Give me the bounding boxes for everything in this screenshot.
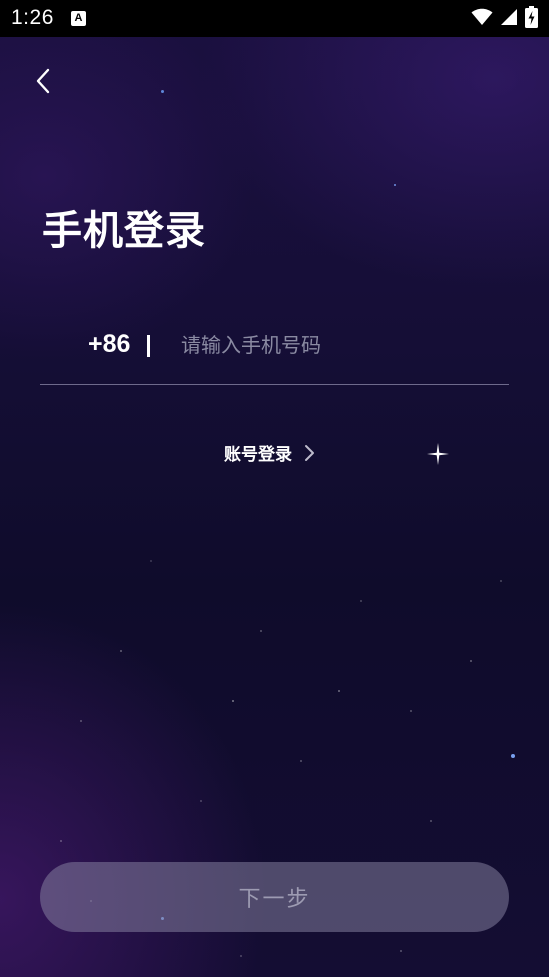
country-code-divider xyxy=(147,335,150,357)
text-a-glyph: A xyxy=(74,12,83,24)
next-step-button[interactable]: 下一步 xyxy=(40,862,509,932)
phone-number-input[interactable] xyxy=(175,324,507,366)
status-bar: 1:26 A xyxy=(0,0,549,37)
signal-icon xyxy=(501,9,517,25)
account-login-label: 账号登录 xyxy=(224,445,292,465)
phone-input-underline xyxy=(40,384,509,385)
text-a-icon: A xyxy=(71,11,86,26)
chevron-left-icon xyxy=(36,68,50,94)
back-button[interactable] xyxy=(28,62,62,100)
next-step-label: 下一步 xyxy=(238,887,311,912)
status-time: 1:26 xyxy=(11,6,54,29)
login-screen: 1:26 A 手机登录 +86 账号登录 xyxy=(0,0,549,977)
page-title: 手机登录 xyxy=(42,208,206,254)
wifi-icon xyxy=(471,8,493,25)
sparkle-star-icon xyxy=(427,443,449,465)
phone-input-row: +86 xyxy=(40,320,509,372)
battery-charging-icon xyxy=(525,6,538,28)
chevron-right-icon xyxy=(305,444,315,461)
account-login-link[interactable]: 账号登录 xyxy=(224,440,315,468)
country-code-selector[interactable]: +86 xyxy=(88,330,130,359)
